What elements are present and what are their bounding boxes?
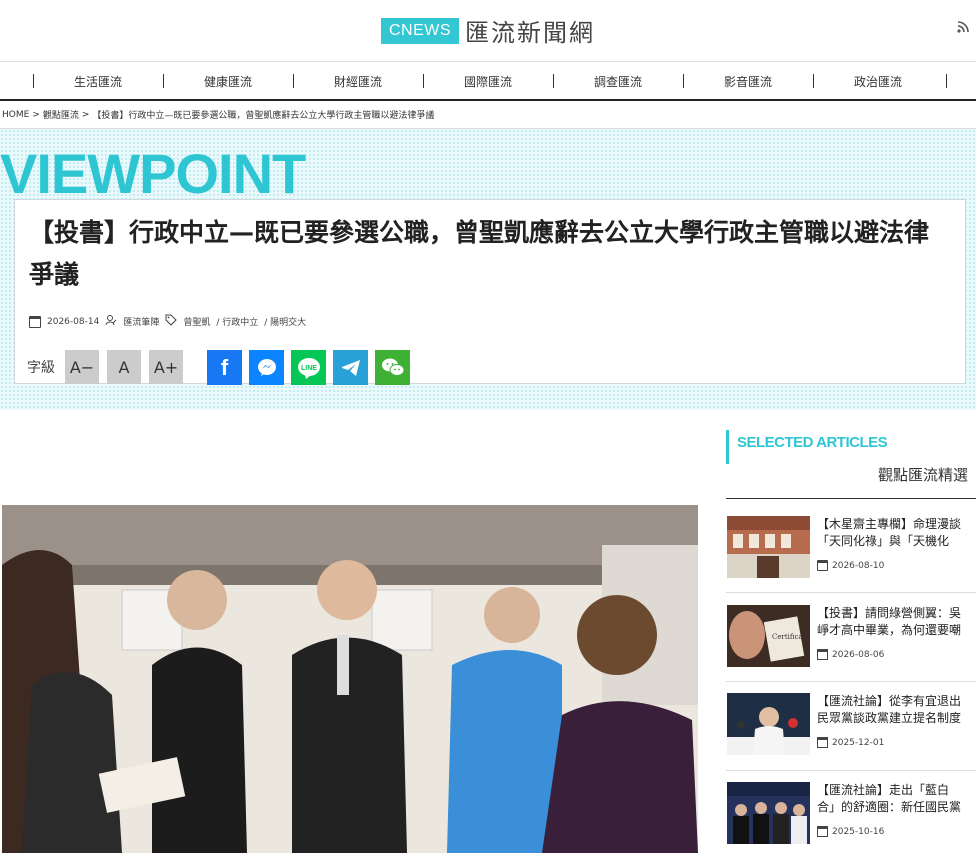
article-photo [2, 505, 698, 853]
nav-item-finance[interactable]: 財經匯流 [293, 73, 423, 90]
line-icon: LINE [297, 357, 320, 379]
breadcrumb-current: 【投書】行政中立—既已要參選公職，曾聖凱應辭去公立大學行政主管職以避法律爭議 [92, 111, 435, 121]
calendar-icon [817, 560, 828, 571]
article-title: 【投書】行政中立—既已要參選公職，曾聖凱應辭去公立大學行政主管職以避法律爭議 [29, 218, 930, 289]
share-buttons: f LINE [207, 350, 410, 385]
logo-badge: CNEWS [380, 17, 460, 44]
telegram-icon [341, 359, 360, 376]
viewpoint-brand: VIEWPOINT [0, 142, 306, 205]
sidebar-article-title[interactable]: 【木星齋主專欄】命理漫談 「天同化祿」與「天機化 [817, 516, 976, 550]
breadcrumb-section[interactable]: 觀點匯流 [43, 108, 79, 121]
line-share-button[interactable]: LINE [291, 350, 326, 385]
site-logo[interactable]: CNEWS 匯流新聞網 [380, 13, 596, 48]
article-tag[interactable]: / 陽明交大 [264, 315, 306, 328]
font-normal-button[interactable]: A [107, 350, 141, 384]
sidebar-article-title[interactable]: 【匯流社論】從李有宜退出 民眾黨談政黨建立提名制度 [817, 693, 976, 727]
nav-item-politics[interactable]: 政治匯流 [813, 73, 943, 90]
wechat-icon [381, 358, 404, 376]
sidebar-separator [726, 681, 976, 682]
sidebar-article-date: 2025-12-01 [817, 737, 884, 748]
selected-articles-heading: SELECTED ARTICLES [726, 430, 976, 464]
breadcrumb: HOME > 觀點匯流 > 【投書】行政中立—既已要參選公職，曾聖凱應辭去公立大… [0, 101, 976, 129]
messenger-share-button[interactable] [249, 350, 284, 385]
calendar-icon [29, 315, 41, 328]
article-author[interactable]: 匯流筆陣 [123, 315, 159, 328]
logo-text: 匯流新聞網 [465, 19, 596, 47]
calendar-icon [817, 826, 828, 837]
nav-item-video[interactable]: 影音匯流 [683, 73, 813, 90]
telegram-share-button[interactable] [333, 350, 368, 385]
article-date: 2026-08-14 [47, 316, 100, 327]
sidebar-article[interactable]: 【匯流社論】從李有宜退出 民眾黨談政黨建立提名制度 2025-12-01 [726, 693, 976, 757]
article-meta: 2026-08-14 匯流筆陣 曾聖凱 / 行政中立 / 陽明交大 [29, 314, 306, 329]
font-size-controls: 字級 A− A A+ [27, 350, 183, 384]
svg-text:LINE: LINE [301, 365, 317, 372]
author-icon [105, 314, 117, 329]
site-header: CNEWS 匯流新聞網 [0, 0, 976, 62]
facebook-share-button[interactable]: f [207, 350, 242, 385]
wechat-share-button[interactable] [375, 350, 410, 385]
sidebar-divider [726, 498, 976, 499]
font-size-label: 字級 [27, 360, 55, 376]
main-nav: 生活匯流 健康匯流 財經匯流 國際匯流 調查匯流 影音匯流 政治匯流 [0, 64, 976, 101]
sidebar-article-title[interactable]: 【匯流社論】走出「藍白 合」的舒適圈：新任國民黨 [817, 782, 976, 816]
rss-icon[interactable] [956, 20, 970, 38]
tag-icon [165, 314, 178, 329]
article-header-card: 【投書】行政中立—既已要參選公職，曾聖凱應辭去公立大學行政主管職以避法律爭議 2… [14, 199, 966, 385]
nav-divider [946, 74, 947, 88]
nav-item-investigation[interactable]: 調查匯流 [553, 73, 683, 90]
sidebar-article-date: 2025-10-16 [817, 826, 884, 837]
selected-articles-title-en: SELECTED ARTICLES [737, 434, 888, 451]
sidebar-article[interactable]: Certificate 【投書】請問綠營側翼：吳 崢才高中畢業，為何還要嘲 202… [726, 605, 976, 669]
sidebar-separator [726, 592, 976, 593]
nav-item-health[interactable]: 健康匯流 [163, 73, 293, 90]
selected-articles-title-zh: 觀點匯流精選 [877, 466, 968, 484]
facebook-icon: f [220, 354, 229, 380]
article-tag[interactable]: 曾聖凱 [183, 315, 210, 328]
selected-articles-sidebar: SELECTED ARTICLES 觀點匯流精選 【木星齋主專欄】命理漫談 「天同… [726, 430, 976, 844]
sidebar-article-date: 2026-08-10 [817, 560, 884, 571]
viewpoint-band: VIEWPOINT 【投書】行政中立—既已要參選公職，曾聖凱應辭去公立大學行政主… [0, 129, 976, 410]
calendar-icon [817, 737, 828, 748]
sidebar-article[interactable]: 【匯流社論】走出「藍白 合」的舒適圈：新任國民黨 2025-10-16 [726, 782, 976, 846]
font-increase-button[interactable]: A+ [149, 350, 183, 384]
nav-item-life[interactable]: 生活匯流 [33, 73, 163, 90]
sidebar-article-title[interactable]: 【投書】請問綠營側翼：吳 崢才高中畢業，為何還要嘲 [817, 605, 976, 639]
messenger-icon [257, 358, 276, 376]
article-tag[interactable]: / 行政中立 [216, 315, 258, 328]
article-thumbnail[interactable] [727, 516, 810, 578]
sidebar-separator [726, 770, 976, 771]
nav-item-international[interactable]: 國際匯流 [423, 73, 553, 90]
breadcrumb-sep: > [32, 109, 40, 120]
article-thumbnail[interactable] [727, 693, 810, 755]
breadcrumb-sep: > [81, 109, 90, 120]
breadcrumb-home[interactable]: HOME [2, 110, 29, 120]
svg-text:Certificate: Certificate [772, 633, 810, 641]
article-thumbnail[interactable] [727, 782, 810, 844]
article-thumbnail[interactable]: Certificate [727, 605, 810, 667]
calendar-icon [817, 649, 828, 660]
sidebar-article[interactable]: 【木星齋主專欄】命理漫談 「天同化祿」與「天機化 2026-08-10 [726, 516, 976, 580]
font-decrease-button[interactable]: A− [65, 350, 99, 384]
sidebar-article-date: 2026-08-06 [817, 649, 884, 660]
